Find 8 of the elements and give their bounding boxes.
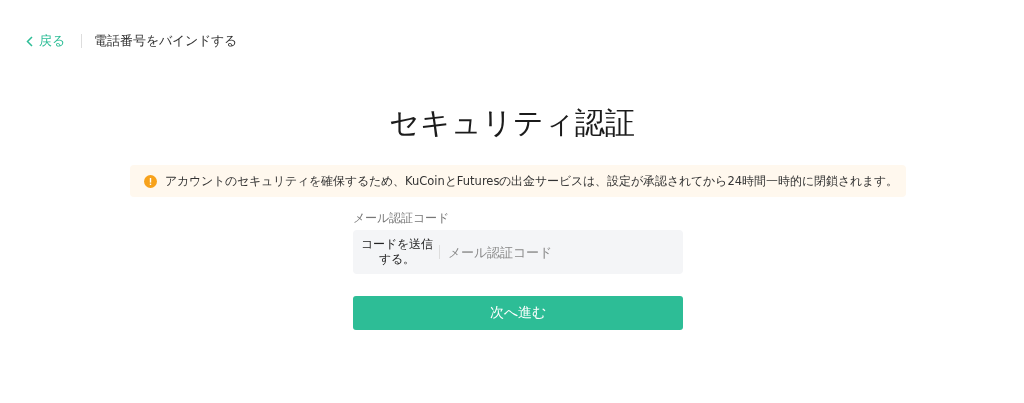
send-code-button[interactable]: コードを送信する。 — [359, 237, 435, 267]
notice-text: アカウントのセキュリティを確保するため、KuCoinとFuturesの出金サービスは、設定が承認されてから24時間一時的に閉鎖されます。 — [165, 173, 899, 189]
page-title: 電話番号をバインドする — [94, 32, 237, 50]
code-field[interactable]: コードを送信する。 メール認証コード — [353, 230, 683, 274]
field-label: メール認証コード — [353, 211, 450, 226]
heading: セキュリティ認証 — [388, 104, 636, 142]
chevron-left-icon — [26, 35, 33, 47]
warning-icon — [144, 174, 157, 188]
